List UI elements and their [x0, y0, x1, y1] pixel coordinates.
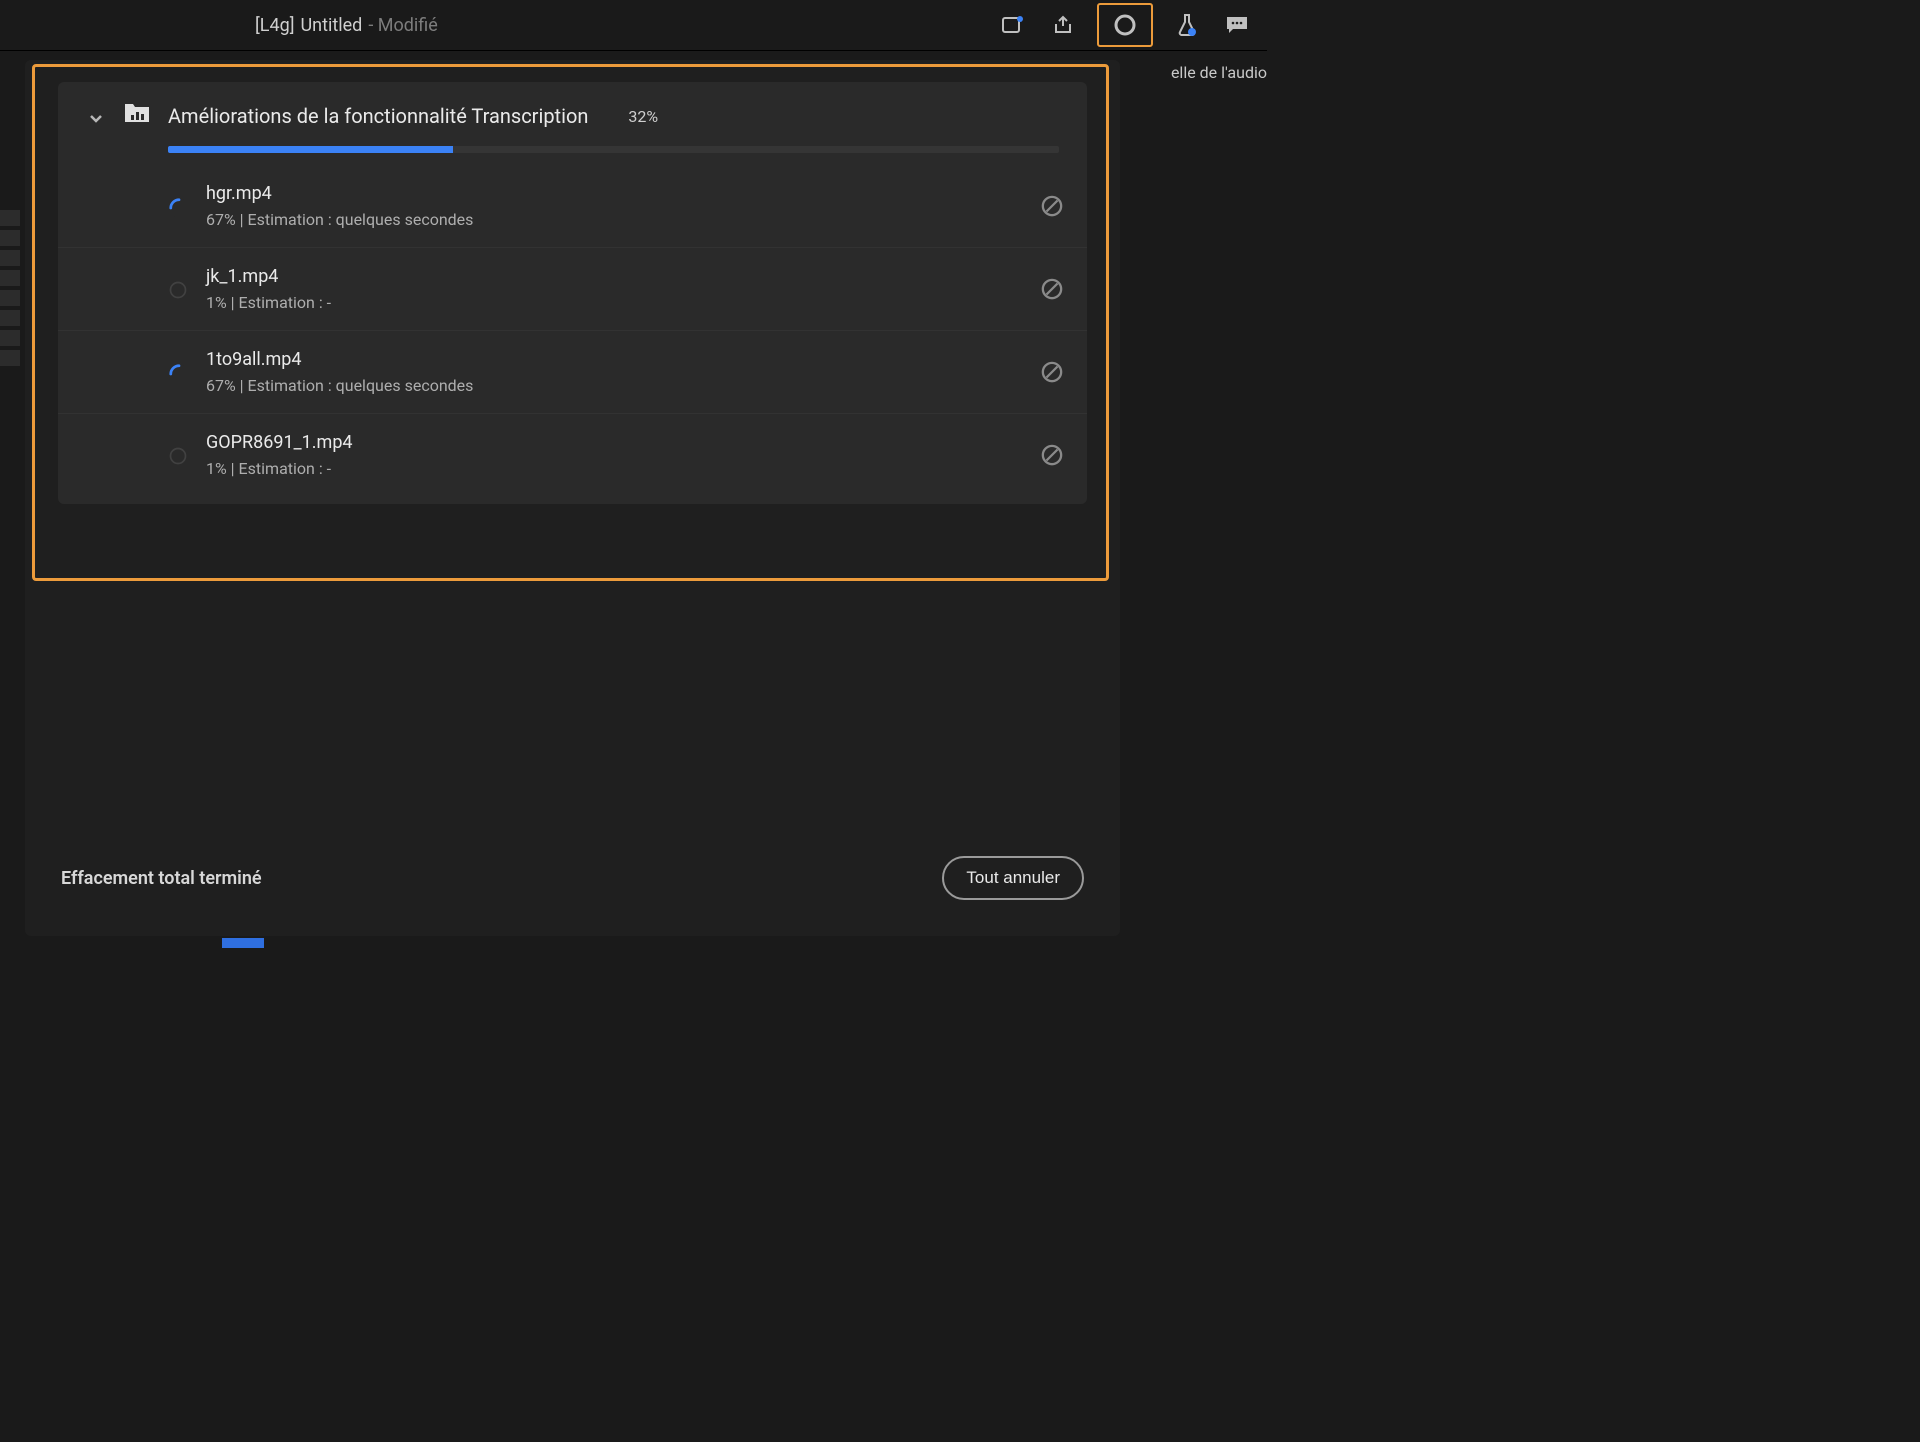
title-group: [L4g] Untitled - Modifié — [255, 15, 438, 36]
job-row: hgr.mp4 67% | Estimation : quelques secon… — [58, 165, 1087, 247]
cancel-job-icon[interactable] — [1041, 361, 1063, 383]
job-status-text: 1% | Estimation : - — [206, 293, 331, 312]
chevron-down-icon[interactable] — [88, 110, 106, 128]
cancel-job-icon[interactable] — [1041, 278, 1063, 300]
panel-percent: 32% — [628, 107, 658, 126]
titlebar-actions — [997, 3, 1253, 47]
panel-footer: Effacement total terminé Tout annuler — [25, 856, 1120, 936]
partial-background-text: elle de l'audio — [1171, 63, 1267, 82]
footer-status-text: Effacement total terminé — [61, 868, 262, 889]
job-content: hgr.mp4 67% | Estimation : quelques secon… — [206, 183, 473, 229]
spinner-active-icon — [168, 197, 190, 219]
job-file-name: hgr.mp4 — [206, 183, 473, 204]
spinner-idle-icon — [168, 280, 190, 302]
overall-progress-fill — [168, 146, 453, 153]
progress-panel: Améliorations de la fonctionnalité Trans… — [25, 60, 1120, 936]
job-row: jk_1.mp4 1% | Estimation : - — [58, 247, 1087, 330]
chat-icon[interactable] — [1221, 9, 1253, 41]
notification-icon[interactable] — [997, 9, 1029, 41]
background-strips — [0, 210, 20, 366]
overall-progress-bar — [168, 146, 1059, 153]
job-content: jk_1.mp4 1% | Estimation : - — [206, 266, 331, 312]
job-status-text: 67% | Estimation : quelques secondes — [206, 210, 473, 229]
cancel-job-icon[interactable] — [1041, 195, 1063, 217]
titlebar: [L4g] Untitled - Modifié — [0, 0, 1267, 51]
job-status-text: 67% | Estimation : quelques secondes — [206, 376, 473, 395]
job-file-name: 1to9all.mp4 — [206, 349, 473, 370]
panel-header: Améliorations de la fonctionnalité Trans… — [58, 82, 1087, 128]
job-row: 1to9all.mp4 67% | Estimation : quelques s… — [58, 330, 1087, 413]
jobs-list: hgr.mp4 67% | Estimation : quelques secon… — [58, 165, 1087, 504]
job-file-name: GOPR8691_1.mp4 — [206, 432, 353, 453]
spinner-active-icon — [168, 363, 190, 385]
title-modified: - Modifié — [368, 15, 437, 36]
title-prefix: [L4g] — [255, 15, 294, 36]
cancel-job-icon[interactable] — [1041, 444, 1063, 466]
share-icon[interactable] — [1047, 9, 1079, 41]
job-status-text: 1% | Estimation : - — [206, 459, 353, 478]
job-content: GOPR8691_1.mp4 1% | Estimation : - — [206, 432, 353, 478]
cancel-all-button[interactable]: Tout annuler — [942, 856, 1084, 900]
job-content: 1to9all.mp4 67% | Estimation : quelques s… — [206, 349, 473, 395]
spinner-idle-icon — [168, 446, 190, 468]
job-row: GOPR8691_1.mp4 1% | Estimation : - — [58, 413, 1087, 496]
progress-panel-inner: Améliorations de la fonctionnalité Trans… — [58, 82, 1087, 504]
folder-chart-icon — [124, 101, 150, 127]
flask-icon[interactable] — [1171, 9, 1203, 41]
title-name: Untitled — [300, 15, 362, 36]
panel-title: Améliorations de la fonctionnalité Trans… — [168, 104, 588, 128]
timeline-clip-hint — [222, 938, 264, 948]
job-file-name: jk_1.mp4 — [206, 266, 331, 287]
progress-circle-icon[interactable] — [1097, 3, 1153, 47]
